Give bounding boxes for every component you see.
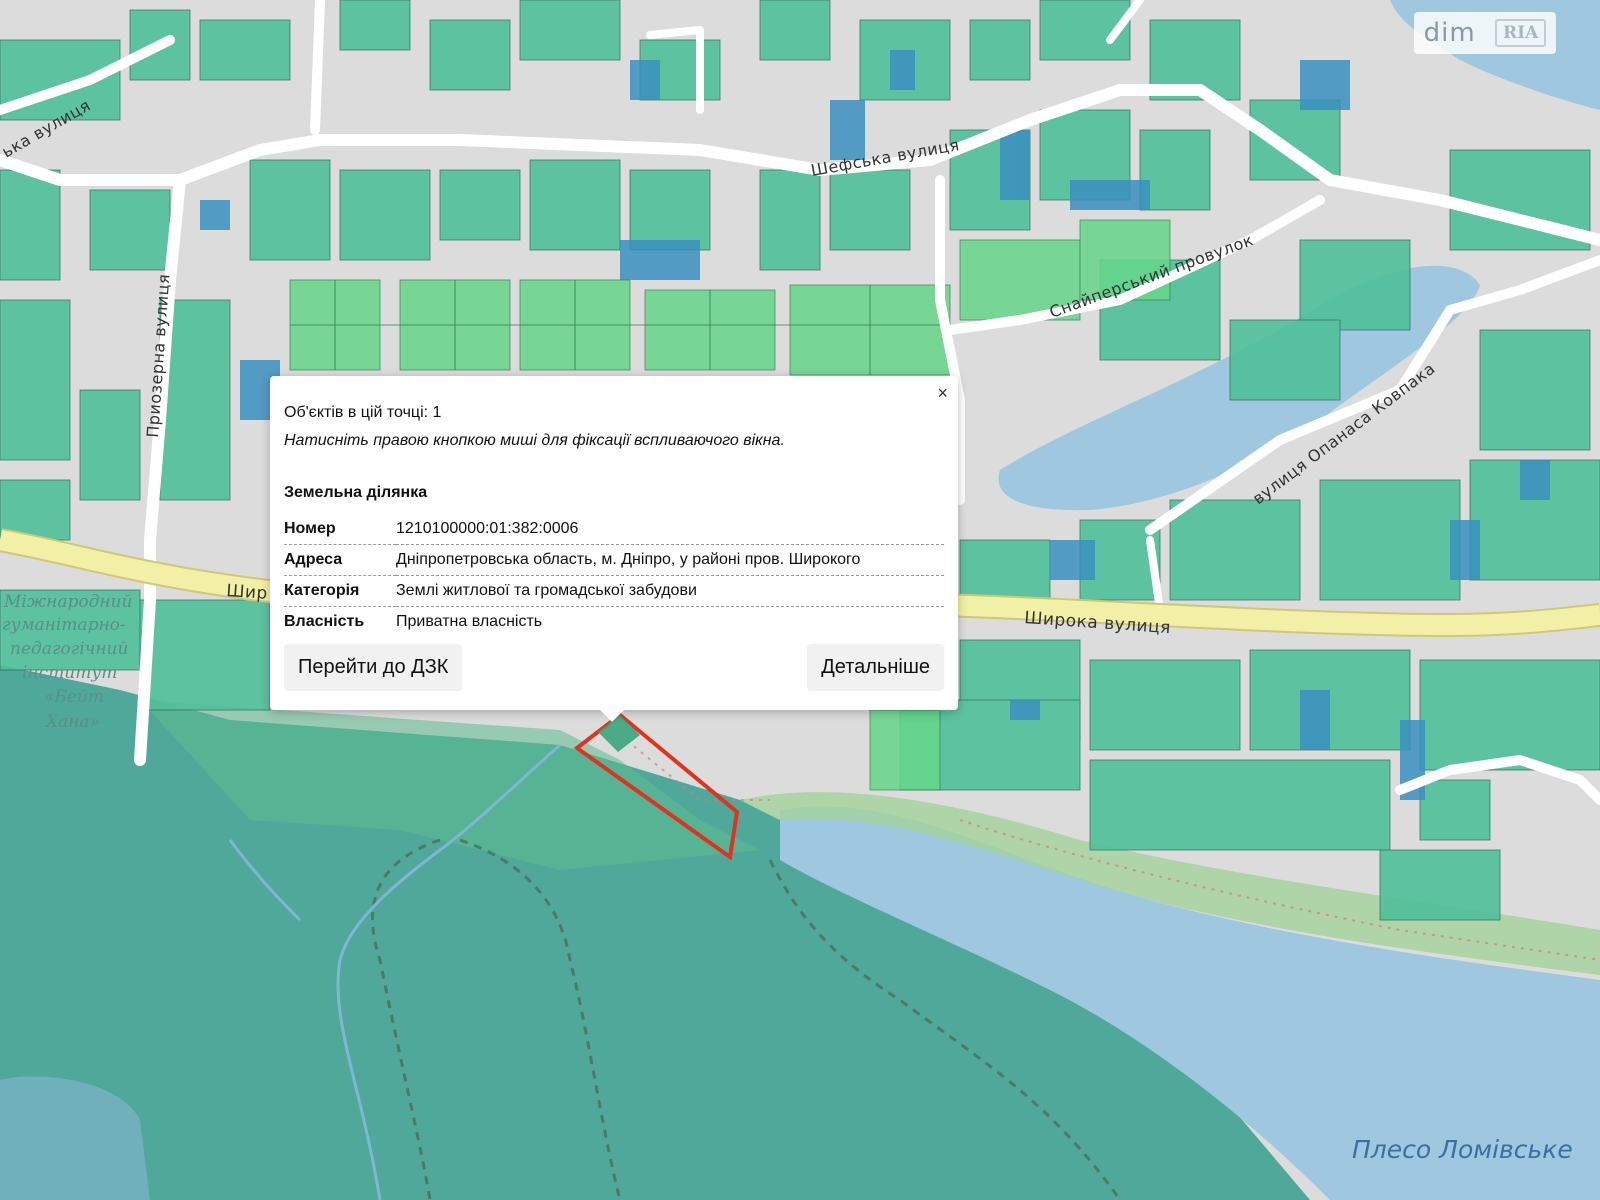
parcel-popup: × Об'єктів в цій точці: 1 Натисніть прав… (270, 376, 958, 722)
poi-label-line2: гуманітарно- (2, 615, 126, 635)
parcel-info-table: Номер 1210100000:01:382:0006 Адреса Дніп… (284, 514, 944, 637)
popup-actions: Перейти до ДЗК Детальніше (284, 644, 944, 691)
table-row: Категорія Землі житлової та громадської … (284, 575, 944, 607)
watermark-dim: dim (1423, 18, 1476, 48)
row-value-address: Дніпропетровська область, м. Дніпро, у р… (396, 544, 944, 576)
close-icon[interactable]: × (937, 384, 948, 402)
watermark: dim RIA (1414, 12, 1556, 54)
go-to-dzk-button[interactable]: Перейти до ДЗК (284, 644, 463, 691)
row-value-category: Землі житлової та громадської забудови (396, 575, 944, 607)
row-label-category: Категорія (284, 575, 396, 607)
water-label-plesso: Плесо Ломівське (1352, 1135, 1573, 1164)
row-label-address: Адреса (284, 544, 396, 576)
table-row: Власність Приватна власність (284, 607, 944, 638)
poi-label-line6: Хана» (44, 712, 100, 732)
watermark-ria-logo: RIA (1495, 19, 1547, 47)
popup-tip (600, 710, 624, 722)
poi-label-line4: інститут (22, 663, 117, 683)
details-button[interactable]: Детальніше (807, 644, 944, 691)
table-row: Адреса Дніпропетровська область, м. Дніп… (284, 544, 944, 576)
row-value-ownership: Приватна власність (396, 613, 543, 630)
popup-hint: Натисніть правою кнопкою миші для фіксац… (284, 432, 785, 449)
street-label-shyroka-partial: Шир (226, 581, 269, 604)
poi-label-line3: педагогічний (10, 639, 128, 659)
poi-label-line5: «Бейт (44, 687, 104, 707)
row-label-ownership: Власність (284, 613, 365, 630)
table-row: Номер 1210100000:01:382:0006 (284, 514, 944, 545)
row-label-number: Номер (284, 514, 396, 545)
popup-objects-count: Об'єктів в цій точці: 1 (284, 404, 442, 421)
row-value-number: 1210100000:01:382:0006 (396, 514, 944, 545)
popup-section-title: Земельна ділянка (284, 484, 428, 501)
poi-label-line1: Міжнародний (3, 592, 133, 612)
